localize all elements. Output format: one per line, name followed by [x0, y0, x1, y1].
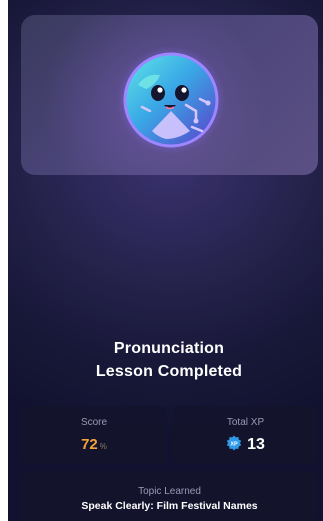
score-card: Score 72% [21, 406, 167, 464]
xp-badge-icon: XP [226, 435, 242, 451]
score-label: Score [80, 417, 108, 428]
topic-label: Topic Learned [138, 486, 201, 497]
topic-value: Speak Clearly: Film Festival Names [81, 500, 258, 512]
xp-value: 13 [247, 436, 265, 453]
score-unit: % [99, 442, 107, 451]
page-title-line1: Pronunciation [113, 340, 225, 357]
lesson-complete-screen: Pronunciation Lesson Completed Score 72%… [8, 0, 323, 521]
xp-label: Total XP [226, 417, 265, 428]
hero-banner [21, 15, 318, 175]
topic-card: Topic Learned Speak Clearly: Film Festiv… [21, 471, 318, 521]
svg-text:XP: XP [230, 441, 238, 447]
score-value: 72 [81, 436, 98, 453]
xp-card: Total XP XP 13 [173, 406, 318, 464]
page-title-line2: Lesson Completed [95, 363, 243, 380]
xp-value-row: XP 13 [173, 435, 318, 454]
planet-mascot-icon [117, 46, 225, 154]
score-value-row: 72% [21, 436, 167, 454]
